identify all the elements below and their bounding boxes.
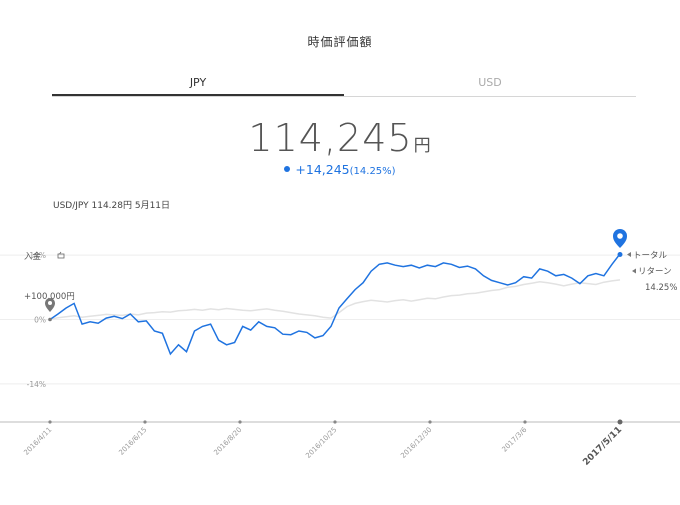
x-tick-dot (333, 420, 337, 424)
x-tick-label: 2016/12/30 (399, 426, 433, 460)
x-axis-ticks: 2016/4/11 2016/6/15 2016/8/20 2016/10/25 201… (22, 419, 624, 468)
deposit-point (48, 317, 52, 322)
total-return-label-1: トータル (633, 251, 668, 261)
deposit-pin-icon (45, 298, 55, 312)
x-tick-dot (428, 420, 432, 424)
x-tick-label: 2016/4/11 (22, 426, 53, 457)
x-tick-label: 2016/6/15 (117, 426, 148, 457)
x-tick-label: 2017/5/11 (581, 425, 624, 468)
deposit-marker[interactable]: 入金 +100,000円 (24, 251, 75, 322)
x-tick-dot (48, 420, 52, 424)
pointer-arrow-icon (627, 252, 631, 257)
y-tick-label: -14% (27, 380, 46, 389)
performance-chart[interactable]: 14%0%-14% 2016/4/11 2016/6/15 2016/8/20 201… (0, 0, 680, 505)
x-tick-dot (238, 420, 242, 424)
y-tick-label: 0% (34, 316, 46, 325)
total-return-value: 14.25% (645, 283, 677, 293)
x-tick-label: 2016/10/25 (304, 426, 338, 460)
pointer-arrow-small-icon (632, 268, 636, 274)
x-tick-dot (143, 420, 147, 424)
current-point (617, 252, 623, 257)
deposit-label: 入金 (24, 251, 42, 262)
current-marker[interactable]: トータル リターン 14.25% (613, 229, 677, 293)
x-tick-dot (523, 420, 527, 424)
x-tick-label: 2017/3/6 (501, 425, 529, 453)
current-pin-icon (613, 229, 627, 248)
benchmark-line (49, 279, 621, 321)
x-tick-label: 2016/8/20 (212, 426, 243, 457)
chart-grid (0, 254, 680, 385)
x-tick-dot (617, 419, 623, 425)
total-return-label-2: リターン (638, 267, 672, 277)
portfolio-line (49, 253, 621, 356)
